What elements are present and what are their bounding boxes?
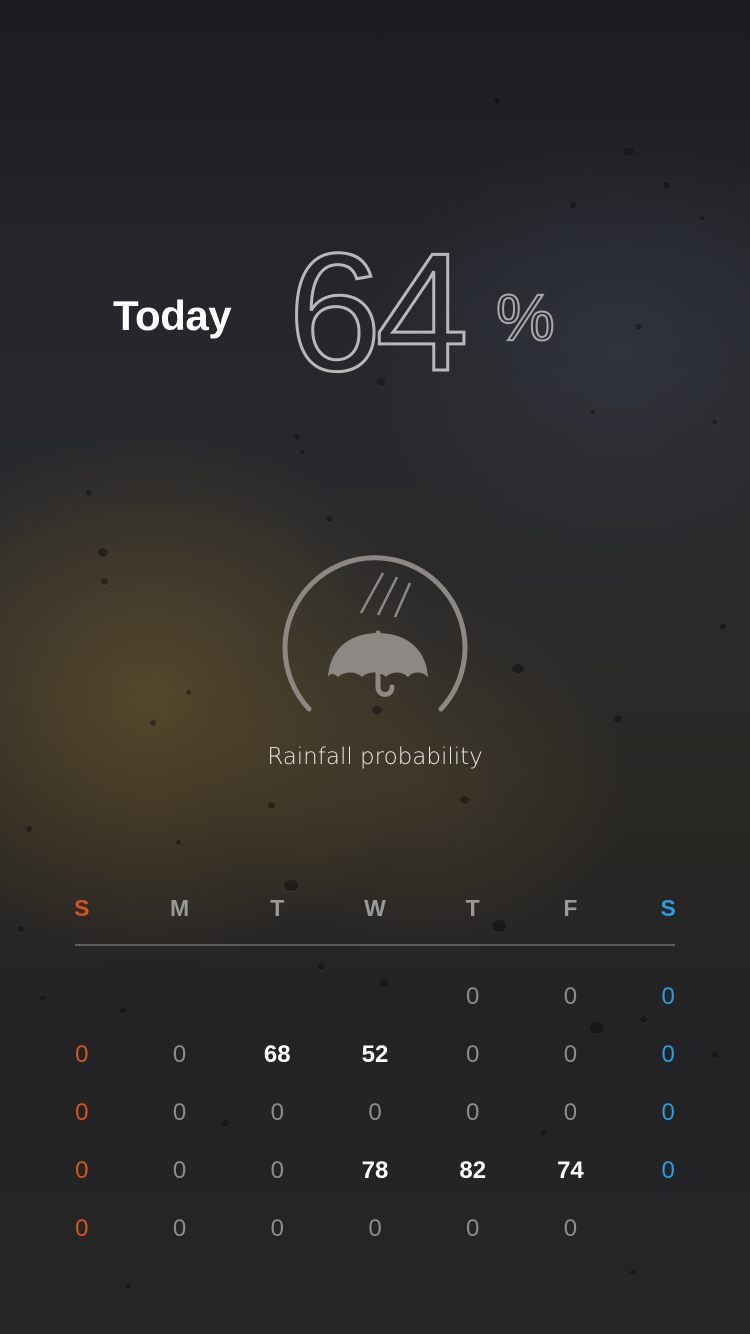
calendar-week-row: 0000000 [33,1084,717,1142]
calendar-day-cell[interactable]: 52 [326,1041,424,1069]
calendar-day-cell[interactable]: 82 [424,1157,522,1185]
day-header-sunday: S [74,894,90,921]
calendar-day-cell[interactable]: 0 [619,1157,717,1185]
day-header-thursday: T [465,894,480,921]
calendar-day-cell[interactable]: 0 [619,1099,717,1127]
calendar-week-row: 000 [33,968,717,1026]
calendar-day-cell[interactable]: 0 [522,1041,620,1069]
calendar-day-cell[interactable]: 0 [326,1099,424,1127]
calendar-body: 0 0 0 0 0 68 52 0 0 0 0 0 0 0 0 0 0 0 0 0 78 82 74 0 0 0 0 0 0 0 [33,968,717,1258]
calendar-day-cell[interactable]: 68 [228,1041,326,1069]
calendar-day-cell[interactable]: 0 [522,1215,620,1243]
calendar-day-cell[interactable]: 0 [619,983,717,1011]
calendar-day-cell[interactable]: 0 [424,1099,522,1127]
calendar-day-cell[interactable]: 0 [33,1099,131,1127]
calendar-day-cell[interactable]: 0 [522,983,620,1011]
calendar-week-row: 0 0 0 78 82 74 0 [33,1142,717,1200]
rainfall-screen: Today 64 % Rainfall probability S M T W … [0,0,750,1334]
calendar-day-cell[interactable]: 0 [33,1041,131,1069]
calendar-day-cell[interactable]: 0 [424,1041,522,1069]
calendar-day-cell[interactable]: 0 [131,1041,229,1069]
calendar-day-cell[interactable]: 0 [33,1215,131,1243]
gauge-caption: Rainfall probability [267,744,483,770]
calendar-day-cell[interactable]: 74 [522,1157,620,1185]
calendar-day-cell[interactable]: 0 [228,1099,326,1127]
calendar-day-cell[interactable]: 0 [228,1215,326,1243]
calendar-day-cell[interactable]: 0 [131,1157,229,1185]
calendar-header: S M T W T F S [33,888,717,928]
calendar-day-cell[interactable]: 0 [619,1041,717,1069]
day-header-monday: M [169,894,190,921]
rain-gauge [282,555,468,712]
day-header-wednesday: W [364,894,386,921]
today-label: Today [113,292,232,339]
monthly-calendar: S M T W T F S 0 0 0 0 0 68 52 0 0 0 0 0 0 0 0 0 0 0 0 0 78 82… [33,888,717,1258]
calendar-week-row: 000000 [33,1200,717,1258]
calendar-day-cell[interactable]: 0 [424,1215,522,1243]
calendar-divider [75,944,675,946]
day-header-friday: F [563,894,578,921]
calendar-day-cell[interactable]: 78 [326,1157,424,1185]
calendar-day-cell[interactable]: 0 [131,1099,229,1127]
day-header-tuesday: T [270,894,285,921]
rain-probability-value: 64 [287,218,471,406]
calendar-day-cell[interactable]: 0 [33,1157,131,1185]
calendar-day-cell[interactable]: 0 [424,983,522,1011]
percent-sign: % [495,280,556,354]
calendar-week-row: 0 0 68 52 0 0 0 [33,1026,717,1084]
umbrella-rain-icon [328,572,428,697]
calendar-day-cell[interactable]: 0 [326,1215,424,1243]
calendar-day-cell[interactable]: 0 [228,1157,326,1185]
day-header-saturday: S [660,894,676,921]
calendar-day-cell[interactable]: 0 [522,1099,620,1127]
calendar-day-cell[interactable]: 0 [131,1215,229,1243]
